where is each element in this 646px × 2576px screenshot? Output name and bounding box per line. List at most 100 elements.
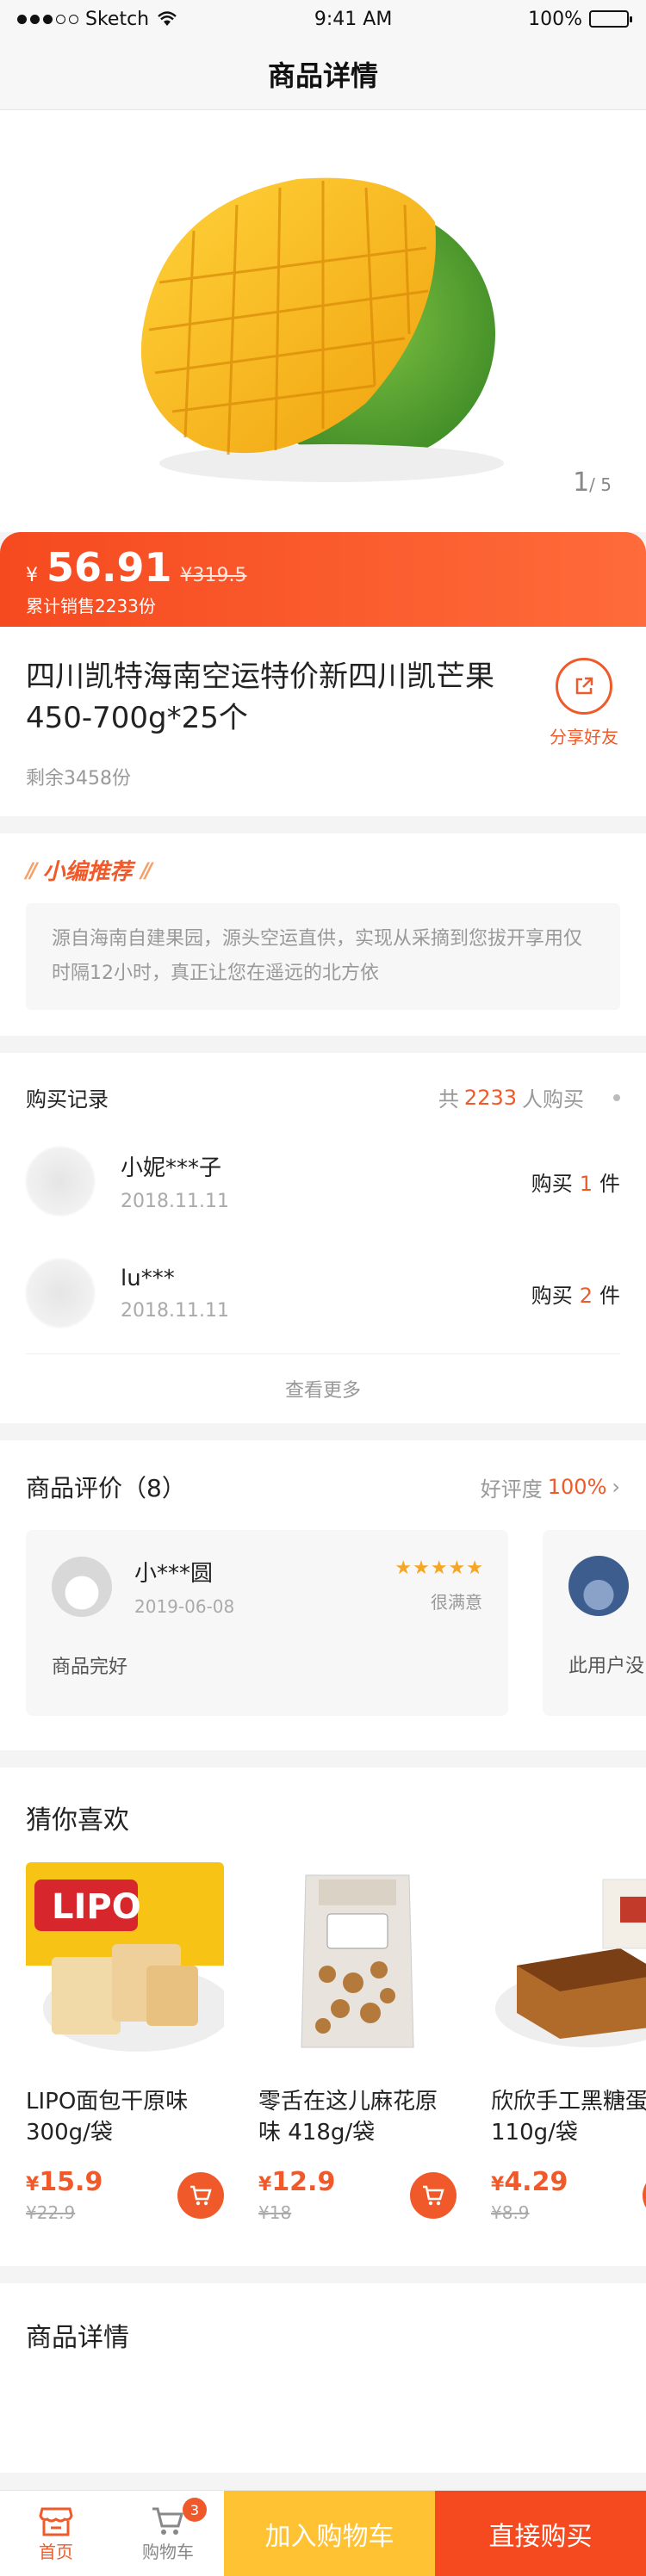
recommend-title: // 小编推荐 // — [26, 854, 620, 886]
goods-item[interactable]: 零舌在这儿麻花原味 418g/袋 ¥12.9 ¥18 — [258, 1862, 457, 2223]
goods-price: ¥12.9 — [258, 2167, 335, 2197]
purchase-label: 购买记录 — [26, 1087, 109, 1112]
reviews-carousel[interactable]: 小***圆 2019-06-08 ★★★★★ 很满意 商品完好 此用户没 — [0, 1521, 646, 1750]
battery-text: 100% — [528, 8, 582, 30]
goods-image — [491, 1862, 646, 2060]
currency: ¥ — [491, 2174, 505, 2195]
buy-unit: 件 — [599, 1283, 620, 1308]
currency: ¥ — [258, 2174, 272, 2195]
goods-item[interactable]: 欣欣手工黑糖蛋110g/袋 ¥4.29 ¥8.9 — [491, 1862, 646, 2223]
battery-icon — [589, 10, 632, 28]
nav-bar: 商品详情 — [0, 38, 646, 110]
review-card[interactable]: 此用户没 — [543, 1530, 646, 1716]
share-label: 分享好友 — [550, 727, 618, 747]
summary-suffix: 人购买 — [522, 1087, 584, 1112]
goods-price: ¥4.29 — [491, 2167, 568, 2197]
status-right: 100% — [528, 8, 632, 30]
goods-image: LIPO — [26, 1862, 224, 2060]
cart-icon — [190, 2185, 212, 2205]
rate-label: 好评度 — [480, 1477, 543, 1502]
guess-you-like: 猜你喜欢 LIPO LIPO面包干原味300g/袋 ¥15.9 ¥22.9 零舌… — [0, 1768, 646, 2266]
pager-current: 1 — [573, 468, 590, 498]
wifi-icon — [158, 11, 177, 26]
guess-title: 猜你喜欢 — [26, 1805, 129, 1836]
review-date: 2019-06-08 — [134, 1596, 235, 1617]
status-bar: Sketch 9:41 AM 100% — [0, 0, 646, 38]
carousel-pager: 1/ 5 — [573, 468, 612, 498]
purchase-header: 购买记录 共 2233 人购买 — [0, 1053, 646, 1130]
product-details: 商品详情 — [0, 2283, 646, 2473]
time-text: 9:41 AM — [314, 8, 393, 30]
avatar — [568, 1556, 629, 1616]
goods-old-price: ¥18 — [258, 2202, 292, 2223]
goods-name: LIPO面包干原味300g/袋 — [26, 2089, 189, 2146]
goods-image — [258, 1862, 457, 2060]
goods-list[interactable]: LIPO LIPO面包干原味300g/袋 ¥15.9 ¥22.9 零舌在这儿麻花… — [0, 1862, 646, 2266]
recommend-text: 源自海南自建果园，源头空运直供，实现从采摘到您拔开享用仅时隔12小时，真正让您在… — [26, 903, 620, 1010]
original-price: ¥319.5 — [180, 565, 247, 586]
goods-price: ¥15.9 — [26, 2167, 102, 2197]
more-dot-icon — [613, 1093, 620, 1101]
mango-image — [140, 177, 504, 482]
goods-old-price: ¥22.9 — [26, 2202, 76, 2223]
reviewer-name: 小***圆 — [134, 1561, 214, 1587]
avatar — [26, 1147, 95, 1216]
buy-qty: 2 — [579, 1283, 593, 1308]
product-image-carousel[interactable]: 1/ 5 — [0, 110, 646, 532]
add-to-cart-button[interactable] — [410, 2171, 457, 2219]
reviews-section: 商品评价（8） 好评度 100% › 小***圆 2019-06-08 ★★★★… — [0, 1440, 646, 1750]
reviews-header[interactable]: 商品评价（8） 好评度 100% › — [0, 1440, 646, 1521]
review-text: 商品完好 — [52, 1656, 128, 1678]
review-card[interactable]: 小***圆 2019-06-08 ★★★★★ 很满意 商品完好 — [26, 1530, 508, 1716]
currency: ¥ — [26, 2174, 40, 2195]
status-left: Sketch — [17, 9, 178, 30]
buyer-date: 2018.11.11 — [121, 1191, 229, 1212]
buy-unit: 件 — [599, 1171, 620, 1196]
avatar — [26, 1259, 95, 1328]
price-value: 4.29 — [504, 2167, 568, 2197]
price-band: ¥ 56.91 ¥319.5 累计销售2233份 — [0, 532, 646, 627]
bottom-action-bar: 首页 3 购物车 加入购物车 直接购买 — [0, 2490, 646, 2576]
buy-prefix: 购买 — [531, 1283, 573, 1308]
cart-icon — [152, 2507, 183, 2535]
price-value: 12.9 — [271, 2167, 336, 2197]
see-more-button[interactable]: 查看更多 — [26, 1353, 620, 1423]
chevron-right-icon: › — [612, 1475, 620, 1499]
carrier-text: Sketch — [85, 8, 150, 30]
tab-cart[interactable]: 3 购物车 — [112, 2491, 224, 2576]
price-currency: ¥ — [26, 565, 38, 586]
editor-recommend: // 小编推荐 // 源自海南自建果园，源头空运直供，实现从采摘到您拔开享用仅时… — [0, 833, 646, 1036]
satisfaction-text: 很满意 — [431, 1592, 482, 1613]
share-icon — [556, 658, 612, 715]
slash-decoration-icon: // — [26, 858, 37, 882]
buyer-name: 小妮***子 — [121, 1155, 222, 1181]
buy-now-button[interactable]: 直接购买 — [435, 2491, 646, 2576]
star-rating-icon: ★★★★★ — [394, 1557, 484, 1579]
add-to-cart-button[interactable] — [177, 2171, 224, 2219]
goods-name: 欣欣手工黑糖蛋110g/袋 — [491, 2089, 646, 2146]
add-to-cart-main-button[interactable]: 加入购物车 — [224, 2491, 435, 2576]
buyer-date: 2018.11.11 — [121, 1299, 229, 1322]
purchase-summary: 共 2233 人购买 — [438, 1082, 620, 1112]
rate-value: 100% — [547, 1475, 607, 1499]
signal-icon — [17, 14, 78, 24]
buyer-quantity: 购买 2 件 — [531, 1279, 620, 1309]
tab-home[interactable]: 首页 — [0, 2491, 112, 2576]
add-to-cart-button[interactable] — [643, 2171, 646, 2219]
reviews-label: 商品评价（8） — [26, 1474, 186, 1502]
purchase-record-row: lu*** 2018.11.11 购买 2 件 — [0, 1242, 646, 1353]
buy-qty: 1 — [579, 1171, 593, 1196]
purchase-record-row: 小妮***子 2018.11.11 购买 1 件 — [0, 1130, 646, 1242]
tab-home-label: 首页 — [39, 2542, 73, 2562]
recommend-title-text: 小编推荐 — [42, 859, 133, 885]
goods-item[interactable]: LIPO LIPO面包干原味300g/袋 ¥15.9 ¥22.9 — [26, 1862, 224, 2223]
buyer-name: lu*** — [121, 1265, 175, 1291]
share-button[interactable]: 分享好友 — [548, 658, 620, 748]
buy-prefix: 购买 — [531, 1171, 573, 1196]
current-price: 56.91 — [47, 544, 172, 591]
goods-name: 零舌在这儿麻花原味 418g/袋 — [258, 2089, 438, 2146]
product-info: 四川凯特海南空运特价新四川凯芒果 450-700g*25个 剩余3458份 分享… — [0, 627, 646, 816]
product-title: 四川凯特海南空运特价新四川凯芒果 450-700g*25个 — [26, 659, 494, 735]
buyer-quantity: 购买 1 件 — [531, 1167, 620, 1197]
page-title: 商品详情 — [267, 59, 378, 92]
